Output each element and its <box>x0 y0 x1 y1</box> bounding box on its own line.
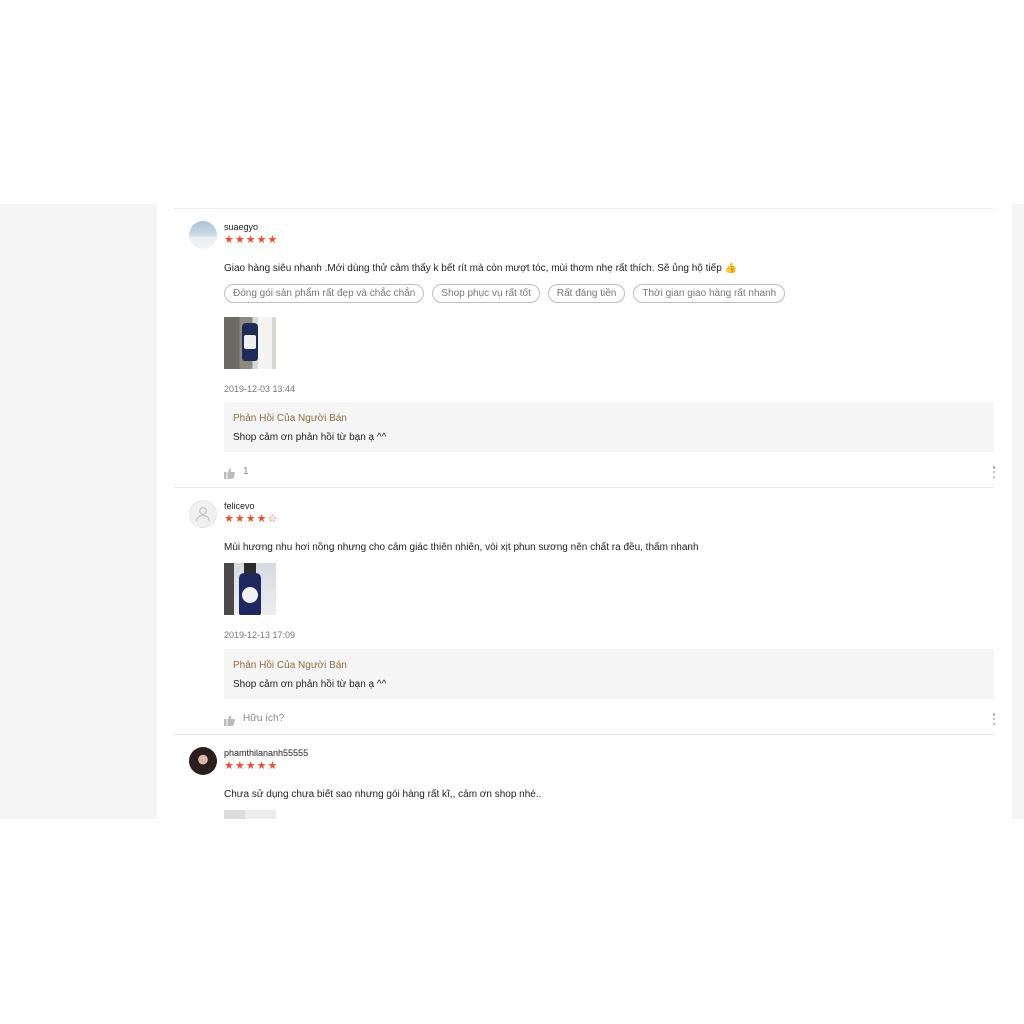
review-tags: Đóng gói sản phẩm rất đẹp và chắc chắn S… <box>224 284 786 303</box>
star-icon: ★ <box>224 513 234 525</box>
avatar[interactable] <box>189 500 217 528</box>
star-icon: ★ <box>256 234 267 246</box>
star-icon: ★ <box>256 513 267 525</box>
review-comment: Chưa sử dụng chưa biết sao nhưng gói hàn… <box>224 789 542 800</box>
review-username[interactable]: phamthilananh55555 <box>224 748 308 758</box>
star-icon: ★ <box>234 760 245 772</box>
review-actions: 1 <box>224 466 249 479</box>
seller-reply-text: Shop cảm ơn phản hồi từ bạn ạ ^^ <box>233 679 387 690</box>
screenshot-area: suaegyo ★ ★ ★ ★ ★ Giao hàng siêu nhanh .… <box>0 204 1024 819</box>
seller-reply: Phản Hồi Của Người Bán Shop cảm ơn phản … <box>224 649 994 699</box>
review-timestamp: 2019-12-13 17:09 <box>224 630 296 640</box>
seller-reply: Phản Hồi Của Người Bán Shop cảm ơn phản … <box>224 402 994 452</box>
star-icon: ★ <box>245 513 256 525</box>
star-icon: ★ <box>224 234 234 246</box>
rating-stars: ★ ★ ★ ★ ★ <box>224 235 277 246</box>
star-empty-icon: ☆ <box>267 513 278 525</box>
seller-reply-title: Phản Hồi Của Người Bán <box>233 413 347 424</box>
review-comment: Giao hàng siêu nhanh .Mới dùng thử cảm t… <box>224 263 737 274</box>
thumbs-up-icon[interactable] <box>224 713 235 726</box>
review-comment: Mùi hương nhu hơi nồng nhưng cho cảm giá… <box>224 542 699 553</box>
rating-stars: ★ ★ ★ ★ ★ <box>224 761 277 772</box>
review-photo-thumbnail[interactable] <box>224 563 276 615</box>
seller-reply-text: Shop cảm ơn phản hồi từ bạn ạ ^^ <box>233 432 387 443</box>
review-item: suaegyo ★ ★ ★ ★ ★ Giao hàng siêu nhanh .… <box>174 209 996 488</box>
review-tag: Shop phục vụ rất tốt <box>432 284 540 303</box>
thumbs-up-icon[interactable] <box>224 466 235 479</box>
review-actions: Hữu ích? <box>224 713 284 726</box>
review-photo-thumbnail[interactable] <box>224 317 276 369</box>
star-icon: ★ <box>245 234 256 246</box>
rating-stars: ★ ★ ★ ★ ☆ <box>224 514 277 525</box>
avatar[interactable] <box>189 747 217 775</box>
more-vertical-icon[interactable] <box>992 713 996 725</box>
review-item: felicevo ★ ★ ★ ★ ☆ Mùi hương nhu hơi nồn… <box>174 488 996 735</box>
review-photo-thumbnail[interactable] <box>224 810 276 819</box>
star-icon: ★ <box>256 760 267 772</box>
review-tag: Thời gian giao hàng rất nhanh <box>633 284 786 303</box>
avatar[interactable] <box>189 221 217 249</box>
review-tag: Rất đáng tiền <box>547 284 626 303</box>
review-username[interactable]: suaegyo <box>224 222 258 232</box>
like-count: 1 <box>243 466 249 477</box>
star-icon: ★ <box>267 234 278 246</box>
review-item: phamthilananh55555 ★ ★ ★ ★ ★ Chưa sử dụn… <box>174 735 994 819</box>
star-icon: ★ <box>234 234 245 246</box>
review-timestamp: 2019-12-03 13:44 <box>224 384 296 394</box>
more-vertical-icon[interactable] <box>992 466 996 478</box>
star-icon: ★ <box>267 760 278 772</box>
helpful-link[interactable]: Hữu ích? <box>243 713 284 724</box>
star-icon: ★ <box>245 760 256 772</box>
star-icon: ★ <box>224 760 234 772</box>
review-username[interactable]: felicevo <box>224 501 255 511</box>
reviews-panel: suaegyo ★ ★ ★ ★ ★ Giao hàng siêu nhanh .… <box>157 204 1012 819</box>
review-tag: Đóng gói sản phẩm rất đẹp và chắc chắn <box>224 284 425 303</box>
star-icon: ★ <box>234 513 245 525</box>
seller-reply-title: Phản Hồi Của Người Bán <box>233 660 347 671</box>
